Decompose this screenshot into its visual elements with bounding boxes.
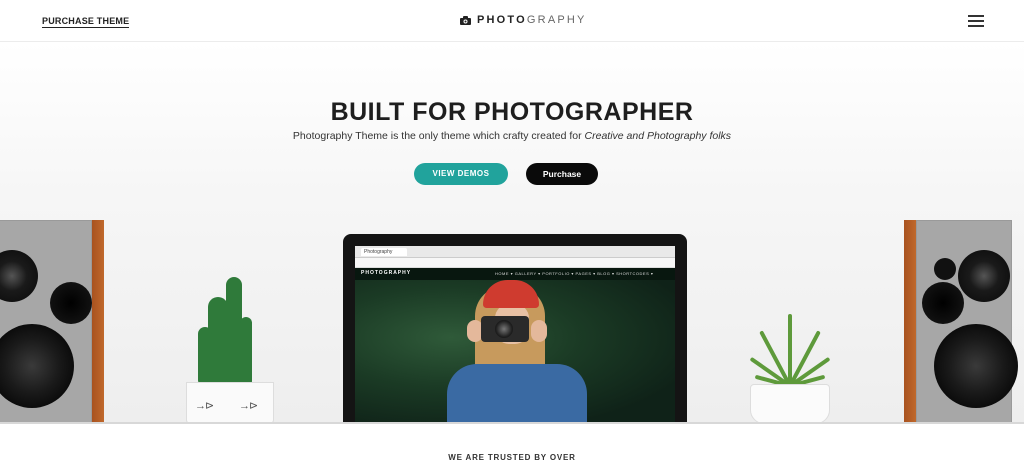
hamburger-icon[interactable] bbox=[968, 15, 984, 27]
hero-title: BUILT FOR PHOTOGRAPHER bbox=[330, 98, 694, 126]
right-speaker bbox=[904, 220, 1018, 424]
hero-subtitle-plain: Photography Theme is the only theme whic… bbox=[292, 130, 585, 142]
hero-section: BUILT FOR PHOTOGRAPHER Photography Theme… bbox=[0, 42, 1024, 424]
laptop-mockup: Photography PHOTOGRAPHY HOME ▾ GALLERY ▾… bbox=[343, 234, 687, 424]
laptop-screen: Photography PHOTOGRAPHY HOME ▾ GALLERY ▾… bbox=[355, 246, 675, 424]
left-speaker bbox=[0, 220, 106, 424]
trusted-heading: WE ARE TRUSTED BY OVER bbox=[448, 453, 576, 462]
purchase-theme-link[interactable]: Purchase Theme bbox=[42, 16, 130, 28]
screen-site-logo: PHOTOGRAPHY bbox=[361, 270, 412, 276]
hero-subtitle-italic: Creative and Photography folks bbox=[584, 130, 732, 142]
hero-subtitle: Photography Theme is the only theme whic… bbox=[0, 130, 1024, 142]
logo-text-light: GRAPHY bbox=[526, 14, 587, 26]
cactus-plant: →⊳ →⊳ bbox=[184, 257, 274, 424]
trusted-section: WE ARE TRUSTED BY OVER bbox=[0, 424, 1024, 468]
site-logo[interactable]: PHOTO GRAPHY bbox=[460, 14, 587, 26]
site-header: Purchase Theme PHOTO GRAPHY bbox=[0, 0, 1024, 42]
screen-site-nav: HOME ▾ GALLERY ▾ PORTFOLIO ▾ PAGES ▾ BLO… bbox=[495, 271, 654, 276]
camera-icon bbox=[460, 15, 471, 25]
purchase-button[interactable]: Purchase bbox=[526, 163, 598, 185]
succulent-plant bbox=[740, 304, 840, 424]
logo-text-bold: PHOTO bbox=[477, 14, 527, 26]
view-demos-button[interactable]: VIEW DEMOS bbox=[414, 163, 508, 185]
